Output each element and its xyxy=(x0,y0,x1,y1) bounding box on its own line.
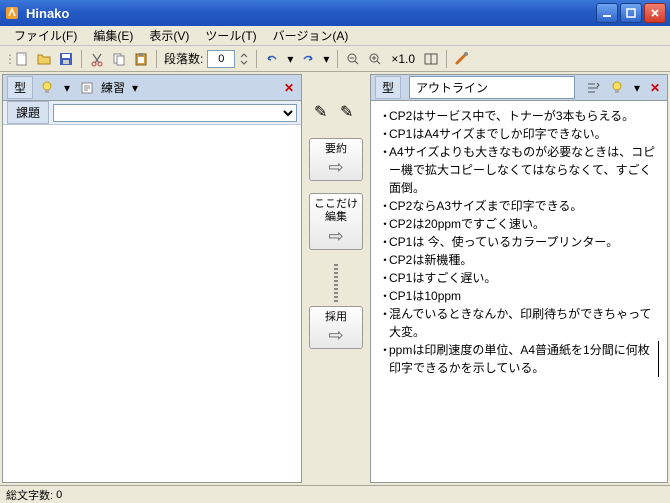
left-dropdown-1[interactable]: ▾ xyxy=(61,81,73,95)
note-icon[interactable] xyxy=(77,78,97,98)
outline-body[interactable]: ・CP2はサービス中で、トナーが3本もらえる。・CP1はA4サイズまでしか印字で… xyxy=(371,101,667,482)
outline-item[interactable]: ・CP1は10ppm xyxy=(379,287,659,305)
bulb-icon-right[interactable] xyxy=(607,78,627,98)
practice-dropdown[interactable]: ▾ xyxy=(129,81,141,95)
outline-item[interactable]: ・CP2ならA3サイズまで印字できる。 xyxy=(379,197,659,215)
right-panel: 型 アウトライン ▾ ✕ ・CP2はサービス中で、トナーが3本もらえる。・CP1… xyxy=(370,74,668,483)
right-type-selector[interactable]: 型 xyxy=(375,76,401,99)
splitter-handle[interactable] xyxy=(334,264,338,304)
zoom-level: ×1.0 xyxy=(387,52,419,66)
menu-edit[interactable]: 編集(E) xyxy=(85,25,141,46)
char-count-label: 総文字数: xyxy=(6,487,53,503)
titlebar: Hinako xyxy=(0,0,670,26)
outline-item[interactable]: ・CP2はサービス中で、トナーが3本もらえる。 xyxy=(379,107,659,125)
char-count-value: 0 xyxy=(56,489,62,501)
practice-label: 練習 xyxy=(101,79,125,96)
paragraph-spinner[interactable] xyxy=(237,49,251,69)
redo-dropdown[interactable]: ▾ xyxy=(320,52,332,66)
outline-title: アウトライン xyxy=(409,76,575,99)
save-button[interactable] xyxy=(56,49,76,69)
zoom-out-button[interactable] xyxy=(343,49,363,69)
settings-button[interactable] xyxy=(452,49,472,69)
toolbar: ⋮ 段落数: ▾ ▾ ×1.0 xyxy=(0,46,670,72)
outline-item[interactable]: ・A4サイズよりも大きなものが必要なときは、コピー機で拡大コピーしなくてはならな… xyxy=(379,143,659,197)
outline-item[interactable]: ・CP2は20ppmですごく速い。 xyxy=(379,215,659,233)
subject-select[interactable] xyxy=(53,104,297,122)
paragraph-count-label: 段落数: xyxy=(162,50,205,67)
undo-button[interactable] xyxy=(262,49,282,69)
left-panel: 型 ▾ 練習 ▾ ✕ 課題 xyxy=(2,74,302,483)
statusbar: 総文字数: 0 xyxy=(0,485,670,503)
left-panel-body[interactable] xyxy=(3,125,301,482)
middle-column: ✎ ✎ 要約 ⇨ ここだけ 編集 ⇨ 採用 ⇨ xyxy=(304,72,368,485)
menu-version[interactable]: バージョン(A) xyxy=(265,25,357,46)
outline-item[interactable]: ・ppmは印刷速度の単位、A4普通紙を1分間に何枚印字できるかを示している。 xyxy=(379,341,659,377)
new-button[interactable] xyxy=(12,49,32,69)
content-area: 型 ▾ 練習 ▾ ✕ 課題 ✎ ✎ 要約 ⇨ ここだけ 編集 ⇨ xyxy=(0,72,670,485)
menu-file[interactable]: ファイル(F) xyxy=(6,25,85,46)
paragraph-count-input[interactable] xyxy=(207,50,235,68)
right-panel-close[interactable]: ✕ xyxy=(647,81,663,95)
maximize-button[interactable] xyxy=(620,3,642,23)
undo-dropdown[interactable]: ▾ xyxy=(284,52,296,66)
outline-item[interactable]: ・CP2は新機種。 xyxy=(379,251,659,269)
pencil-icon-2[interactable]: ✎ xyxy=(340,102,358,120)
indent-icon[interactable] xyxy=(583,78,603,98)
left-panel-header: 型 ▾ 練習 ▾ ✕ xyxy=(3,75,301,101)
copy-button[interactable] xyxy=(109,49,129,69)
outline-item[interactable]: ・混んでいるときなんか、印刷待ちができちゃって大変。 xyxy=(379,305,659,341)
adopt-button[interactable]: 採用 ⇨ xyxy=(309,306,363,349)
left-subheader: 課題 xyxy=(3,101,301,125)
type-selector[interactable]: 型 xyxy=(7,76,33,99)
split-view-button[interactable] xyxy=(421,49,441,69)
left-panel-close[interactable]: ✕ xyxy=(281,81,297,95)
app-icon xyxy=(4,5,20,21)
menubar: ファイル(F) 編集(E) 表示(V) ツール(T) バージョン(A) xyxy=(0,26,670,46)
menu-tool[interactable]: ツール(T) xyxy=(197,25,264,46)
bulb-icon[interactable] xyxy=(37,78,57,98)
right-panel-header: 型 アウトライン ▾ ✕ xyxy=(371,75,667,101)
minimize-button[interactable] xyxy=(596,3,618,23)
menu-view[interactable]: 表示(V) xyxy=(141,25,197,46)
window-title: Hinako xyxy=(26,6,596,21)
outline-item[interactable]: ・CP1はA4サイズまでしか印字できない。 xyxy=(379,125,659,143)
pencil-icon-1[interactable]: ✎ xyxy=(314,102,332,120)
subject-label: 課題 xyxy=(7,101,49,124)
cut-button[interactable] xyxy=(87,49,107,69)
right-dropdown[interactable]: ▾ xyxy=(631,81,643,95)
edit-here-button[interactable]: ここだけ 編集 ⇨ xyxy=(309,193,363,249)
redo-button[interactable] xyxy=(298,49,318,69)
paste-button[interactable] xyxy=(131,49,151,69)
summary-button[interactable]: 要約 ⇨ xyxy=(309,138,363,181)
zoom-in-button[interactable] xyxy=(365,49,385,69)
close-button[interactable] xyxy=(644,3,666,23)
outline-item[interactable]: ・CP1はすごく遅い。 xyxy=(379,269,659,287)
open-button[interactable] xyxy=(34,49,54,69)
outline-item[interactable]: ・CP1は 今、使っているカラープリンター。 xyxy=(379,233,659,251)
